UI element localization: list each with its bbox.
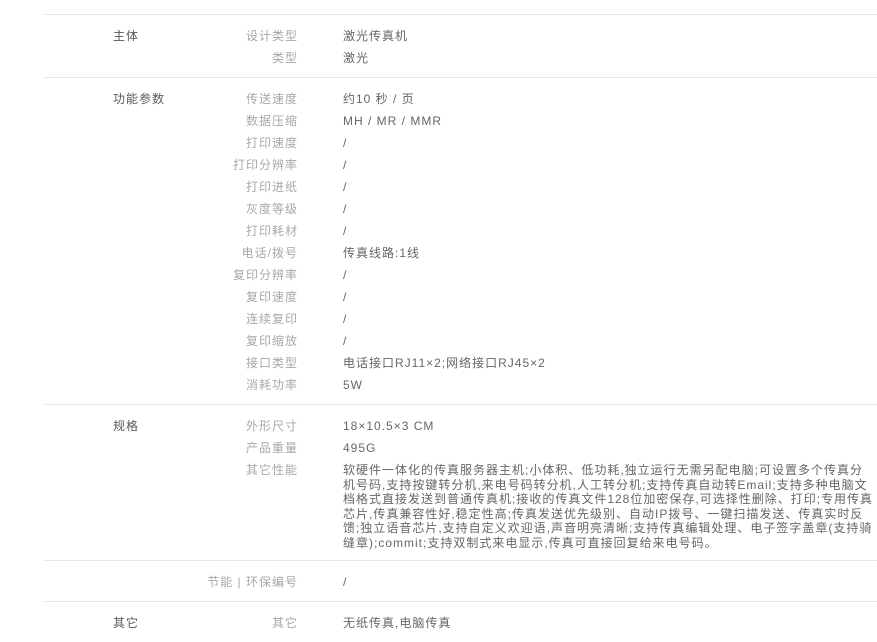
spec-row: 复印缩放 /: [194, 330, 877, 352]
spec-value: 激光传真机: [343, 25, 874, 47]
spec-value: /: [343, 132, 874, 154]
spec-value: /: [343, 264, 874, 286]
category-label: 规格: [44, 415, 194, 552]
spec-label: 连续复印: [194, 308, 298, 330]
spec-value: /: [343, 198, 874, 220]
spec-rows: 外形尺寸18×10.5×3 CM产品重量495G其它性能软硬件一体化的传真服务器…: [194, 415, 877, 552]
spec-label: 打印耗材: [194, 220, 298, 242]
category-label: 其它: [44, 612, 194, 634]
spec-value: 18×10.5×3 CM: [343, 415, 874, 437]
spec-rows: 其它 无纸传真,电脑传真: [194, 612, 877, 634]
spec-row: 节能 | 环保编号 /: [194, 571, 877, 593]
spec-label: 接口类型: [194, 352, 298, 374]
spec-value: 约10 秒 / 页: [343, 88, 874, 110]
spec-value: 传真线路:1线: [343, 242, 874, 264]
spec-rows: 传送速度约10 秒 / 页数据压缩MH / MR / MMR打印速度/打印分辨率…: [194, 88, 877, 396]
spec-value: /: [343, 154, 874, 176]
spec-section: 功能参数传送速度约10 秒 / 页数据压缩MH / MR / MMR打印速度/打…: [44, 77, 877, 404]
spec-label: 消耗功率: [194, 374, 298, 396]
spec-label: 设计类型: [194, 25, 298, 47]
spec-row: 连续复印 /: [194, 308, 877, 330]
spec-row: 类型 激光: [194, 47, 877, 69]
spec-value: /: [343, 176, 874, 198]
category-label: 功能参数: [44, 88, 194, 396]
spec-label: 复印速度: [194, 286, 298, 308]
spec-value: 5W: [343, 374, 874, 396]
spec-label: 打印速度: [194, 132, 298, 154]
spec-table: 主体设计类型 激光传真机类型 激光功能参数传送速度 约10 秒 / 页数据压缩 MH /…: [44, 14, 877, 642]
spec-rows: 节能 | 环保编号 /: [194, 571, 877, 593]
spec-value: 无纸传真,电脑传真: [343, 612, 874, 634]
spec-value: 电话接口RJ11×2;网络接口RJ45×2: [343, 352, 874, 374]
spec-label: 打印分辨率: [194, 154, 298, 176]
spec-section: 主体设计类型 激光传真机类型 激光: [44, 14, 877, 77]
spec-label: 传送速度: [194, 88, 298, 110]
spec-label: 其它性能: [194, 459, 298, 552]
spec-value: /: [343, 330, 874, 352]
spec-row: 其它性能软硬件一体化的传真服务器主机;小体积、低功耗,独立运行无需另配电脑;可设…: [194, 459, 877, 552]
spec-row: 打印进纸 /: [194, 176, 877, 198]
spec-label: 产品重量: [194, 437, 298, 459]
spec-value: /: [343, 286, 874, 308]
spec-row: 外形尺寸 18×10.5×3 CM: [194, 415, 877, 437]
spec-value: /: [343, 220, 874, 242]
spec-row: 消耗功率 5W: [194, 374, 877, 396]
spec-value: /: [343, 308, 874, 330]
spec-row: 复印速度 /: [194, 286, 877, 308]
spec-label: 类型: [194, 47, 298, 69]
spec-label: 外形尺寸: [194, 415, 298, 437]
spec-row: 打印速度 /: [194, 132, 877, 154]
spec-section: 规格外形尺寸18×10.5×3 CM产品重量495G其它性能软硬件一体化的传真服…: [44, 404, 877, 560]
spec-row: 打印分辨率 /: [194, 154, 877, 176]
spec-row: 复印分辨率 /: [194, 264, 877, 286]
spec-value: 495G: [343, 437, 874, 459]
spec-row: 设计类型 激光传真机: [194, 25, 877, 47]
spec-row: 传送速度 约10 秒 / 页: [194, 88, 877, 110]
spec-label: 电话/拨号: [194, 242, 298, 264]
spec-value: 激光: [343, 47, 874, 69]
spec-rows: 设计类型 激光传真机类型 激光: [194, 25, 877, 69]
spec-row: 打印耗材 /: [194, 220, 877, 242]
spec-label: 其它: [194, 612, 298, 634]
spec-label: 打印进纸: [194, 176, 298, 198]
spec-label: 复印分辨率: [194, 264, 298, 286]
spec-row: 接口类型 电话接口RJ11×2;网络接口RJ45×2: [194, 352, 877, 374]
spec-row: 数据压缩 MH / MR / MMR: [194, 110, 877, 132]
spec-label: 复印缩放: [194, 330, 298, 352]
spec-row: 电话/拨号 传真线路:1线: [194, 242, 877, 264]
spec-value: /: [343, 571, 874, 593]
spec-row: 其它 无纸传真,电脑传真: [194, 612, 877, 634]
spec-label: 节能 | 环保编号: [194, 571, 298, 593]
spec-row: 产品重量 495G: [194, 437, 877, 459]
spec-value: 软硬件一体化的传真服务器主机;小体积、低功耗,独立运行无需另配电脑;可设置多个传…: [343, 459, 874, 552]
spec-label: 灰度等级: [194, 198, 298, 220]
spec-label: 数据压缩: [194, 110, 298, 132]
spec-row: 灰度等级 /: [194, 198, 877, 220]
spec-value: MH / MR / MMR: [343, 110, 874, 132]
category-label: 主体: [44, 25, 194, 69]
category-label: [44, 571, 194, 593]
spec-section: 其它其它 无纸传真,电脑传真: [44, 601, 877, 642]
spec-section: 节能 | 环保编号 /: [44, 560, 877, 601]
